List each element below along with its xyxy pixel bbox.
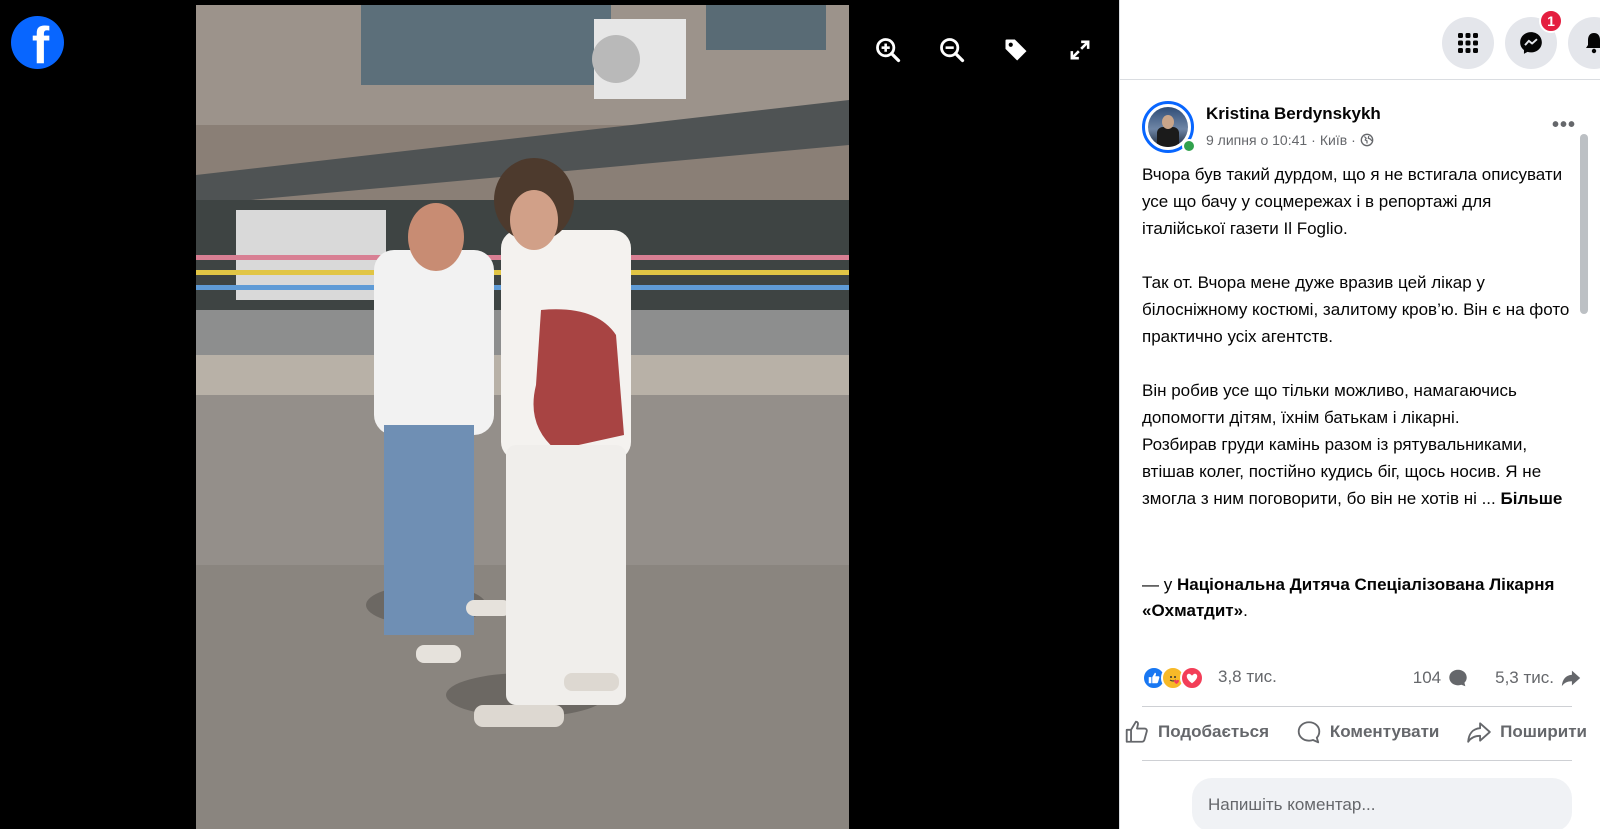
- meta-separator: ·: [1351, 132, 1356, 148]
- engagement-stats: 104 5,3 тис.: [1413, 667, 1582, 689]
- shares-count[interactable]: 5,3 тис.: [1495, 668, 1554, 688]
- actions-divider: [1142, 760, 1572, 761]
- love-reaction-icon: [1180, 666, 1204, 690]
- like-button-label: Подобається: [1158, 722, 1270, 741]
- post-paragraph: Він робив усе що тільки можливо, намагаю…: [1142, 381, 1517, 427]
- post-paragraph-truncated: Розбирав груди камінь разом із рятувальн…: [1142, 431, 1572, 512]
- post-photo[interactable]: [196, 5, 849, 829]
- viewer-toolbar: [870, 32, 1098, 68]
- post-paragraph: Так от. Вчора мене дуже вразив цей лікар…: [1142, 273, 1570, 346]
- grid-menu-icon: [1458, 33, 1478, 53]
- post-panel: 1 Kristina Berdynskykh 9 липня о 10:41 ·…: [1119, 0, 1600, 829]
- photo-viewer: f: [0, 0, 1119, 829]
- comment-input[interactable]: [1192, 778, 1572, 829]
- notifications-button[interactable]: [1568, 17, 1600, 69]
- bell-icon: [1586, 33, 1600, 54]
- tag-icon[interactable]: [998, 32, 1034, 68]
- messenger-badge: 1: [1539, 9, 1563, 33]
- post-meta: 9 липня о 10:41 · Київ ·: [1206, 132, 1374, 148]
- reactions-bar: 3,8 тис. 104 5,3 тис.: [1142, 664, 1582, 694]
- see-more-link[interactable]: Більше: [1501, 489, 1563, 508]
- checkin-suffix: .: [1243, 601, 1248, 620]
- panel-scrollbar[interactable]: [1580, 134, 1588, 314]
- logo-letter: f: [31, 17, 50, 69]
- share-arrow-icon: [1561, 670, 1581, 687]
- comment-button-label: Коментувати: [1329, 722, 1440, 741]
- check-in-line: — у Національна Дитяча Спеціалізована Лі…: [1142, 572, 1572, 624]
- messenger-icon: [1520, 32, 1542, 54]
- facebook-logo[interactable]: f: [11, 16, 64, 69]
- reactions-count[interactable]: 3,8 тис.: [1218, 667, 1277, 687]
- comment-button[interactable]: Коментувати: [1296, 710, 1440, 754]
- meta-separator: ·: [1311, 132, 1316, 148]
- reaction-icons[interactable]: [1142, 666, 1204, 690]
- post-actions: Подобається Коментувати Поширити: [1120, 710, 1600, 754]
- online-status-dot: [1182, 139, 1196, 153]
- share-icon: [1467, 722, 1491, 743]
- messenger-button[interactable]: 1: [1505, 9, 1563, 69]
- share-button-label: Поширити: [1500, 722, 1587, 741]
- photo-illustration: [196, 5, 849, 829]
- avatar-photo: [1148, 107, 1188, 147]
- share-button[interactable]: Поширити: [1466, 710, 1587, 754]
- post-text: Вчора був такий дурдом, що я не встигала…: [1142, 161, 1572, 512]
- globe-icon: [1360, 133, 1374, 147]
- comments-count[interactable]: 104: [1413, 668, 1441, 688]
- author-name[interactable]: Kristina Berdynskykh: [1206, 104, 1381, 124]
- menu-button[interactable]: [1442, 17, 1494, 69]
- checkin-prefix: — у: [1142, 575, 1173, 594]
- post-paragraph: Вчора був такий дурдом, що я не встигала…: [1142, 165, 1563, 238]
- post-location[interactable]: Київ: [1320, 132, 1347, 148]
- fullscreen-icon[interactable]: [1062, 32, 1098, 68]
- top-bar: 1: [1120, 0, 1600, 80]
- zoom-out-icon[interactable]: [934, 32, 970, 68]
- zoom-in-icon[interactable]: [870, 32, 906, 68]
- checkin-place-link[interactable]: Національна Дитяча Спеціалізована Лікарн…: [1142, 575, 1554, 620]
- post-paragraph: Розбирав груди камінь разом із рятувальн…: [1142, 435, 1542, 508]
- thumbs-up-icon: [1125, 720, 1148, 743]
- post-options-button[interactable]: •••: [1548, 113, 1580, 137]
- post-header: Kristina Berdynskykh 9 липня о 10:41 · К…: [1142, 101, 1582, 157]
- stats-divider: [1142, 706, 1572, 707]
- like-button[interactable]: Подобається: [1124, 710, 1269, 754]
- post-date[interactable]: 9 липня о 10:41: [1206, 132, 1307, 148]
- comment-icon: [1297, 721, 1321, 744]
- comment-bubble-icon: [1449, 669, 1467, 687]
